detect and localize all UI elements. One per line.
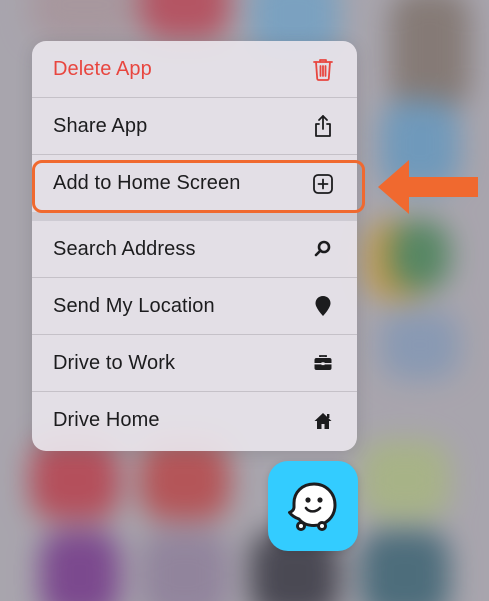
waze-app-icon[interactable]: [268, 461, 358, 551]
menu-item-label: Drive Home: [53, 409, 160, 431]
waze-icon: [288, 482, 337, 531]
share-icon: [312, 114, 334, 138]
app-context-menu: Delete App Share App Add to Home Screen …: [32, 41, 357, 451]
menu-item-drive-home[interactable]: Drive Home: [32, 392, 357, 449]
home-icon: [312, 409, 334, 433]
plus-square-icon: [312, 172, 334, 196]
home-screen: Delete App Share App Add to Home Screen …: [0, 0, 489, 601]
menu-item-label: Add to Home Screen: [53, 172, 241, 194]
menu-item-label: Share App: [53, 114, 148, 137]
menu-item-delete-app[interactable]: Delete App: [32, 41, 357, 98]
menu-item-drive-to-work[interactable]: Drive to Work: [32, 335, 357, 392]
menu-item-add-to-home-screen[interactable]: Add to Home Screen: [32, 155, 357, 212]
menu-section-separator: [32, 212, 357, 221]
location-pin-icon: [312, 294, 334, 318]
menu-item-label: Delete App: [53, 57, 152, 80]
menu-item-share-app[interactable]: Share App: [32, 98, 357, 155]
menu-item-search-address[interactable]: Search Address: [32, 221, 357, 278]
menu-item-label: Send My Location: [53, 294, 215, 317]
trash-icon: [312, 57, 334, 81]
menu-item-label: Drive to Work: [53, 351, 176, 374]
search-icon: [312, 237, 334, 261]
briefcase-icon: [312, 351, 334, 375]
pointer-arrow-icon: [378, 160, 478, 214]
menu-item-send-my-location[interactable]: Send My Location: [32, 278, 357, 335]
menu-item-label: Search Address: [53, 237, 196, 260]
